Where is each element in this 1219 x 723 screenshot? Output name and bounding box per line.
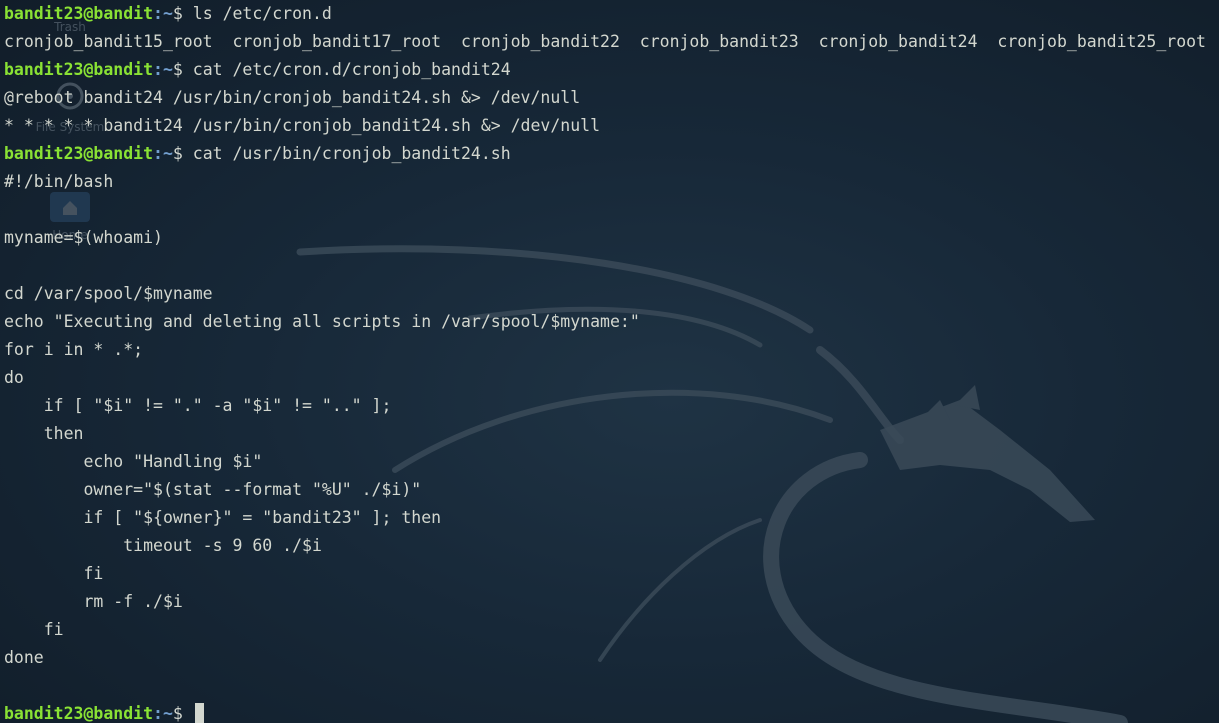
prompt-line: bandit23@bandit:~$ ls /etc/cron.d: [4, 0, 332, 28]
output-line: done: [4, 648, 44, 667]
output-line: do: [4, 368, 24, 387]
output-line: echo "Executing and deleting all scripts…: [4, 312, 640, 331]
output-line: echo "Handling $i": [4, 452, 263, 471]
prompt-separator: :: [153, 144, 163, 163]
output-line: fi: [4, 564, 104, 583]
output-line: then: [4, 424, 84, 443]
prompt-line: bandit23@bandit:~$: [4, 700, 204, 723]
output-line: #!/bin/bash: [4, 172, 114, 191]
output-line: * * * * * bandit24 /usr/bin/cronjob_band…: [4, 116, 601, 135]
prompt-symbol: $: [172, 60, 183, 79]
text-cursor[interactable]: [194, 703, 204, 723]
prompt-user: bandit23@bandit: [4, 704, 154, 723]
command-text: cat /usr/bin/cronjob_bandit24.sh: [182, 144, 511, 163]
output-line: if [ "$i" != "." -a "$i" != ".." ];: [4, 396, 392, 415]
prompt-symbol: $: [172, 144, 183, 163]
output-line: myname=$(whoami): [4, 228, 163, 247]
prompt-line: bandit23@bandit:~$ cat /usr/bin/cronjob_…: [4, 140, 511, 168]
output-line: for i in * .*;: [4, 340, 144, 359]
prompt-symbol: $: [172, 4, 183, 23]
command-text: cat /etc/cron.d/cronjob_bandit24: [182, 60, 511, 79]
output-line: cd /var/spool/$myname: [4, 284, 213, 303]
prompt-user: bandit23@bandit: [4, 144, 154, 163]
prompt-path: ~: [162, 60, 173, 79]
prompt-user: bandit23@bandit: [4, 60, 154, 79]
output-line: rm -f ./$i: [4, 592, 183, 611]
output-line: fi: [4, 620, 64, 639]
terminal-output[interactable]: bandit23@bandit:~$ ls /etc/cron.d cronjob…: [0, 0, 1219, 723]
output-line: cronjob_bandit15_root cronjob_bandit17_r…: [4, 32, 1206, 51]
prompt-user: bandit23@bandit: [4, 4, 154, 23]
prompt-path: ~: [162, 704, 173, 723]
prompt-separator: :: [153, 704, 163, 723]
command-text: ls /etc/cron.d: [182, 4, 332, 23]
prompt-separator: :: [153, 4, 163, 23]
output-line: owner="$(stat --format "%U" ./$i)": [4, 480, 422, 499]
prompt-path: ~: [162, 4, 173, 23]
output-line: if [ "${owner}" = "bandit23" ]; then: [4, 508, 442, 527]
output-line: @reboot bandit24 /usr/bin/cronjob_bandit…: [4, 88, 581, 107]
prompt-path: ~: [162, 144, 173, 163]
output-line: timeout -s 9 60 ./$i: [4, 536, 322, 555]
prompt-line: bandit23@bandit:~$ cat /etc/cron.d/cronj…: [4, 56, 511, 84]
command-text: [183, 704, 193, 723]
prompt-symbol: $: [172, 704, 183, 723]
prompt-separator: :: [153, 60, 163, 79]
